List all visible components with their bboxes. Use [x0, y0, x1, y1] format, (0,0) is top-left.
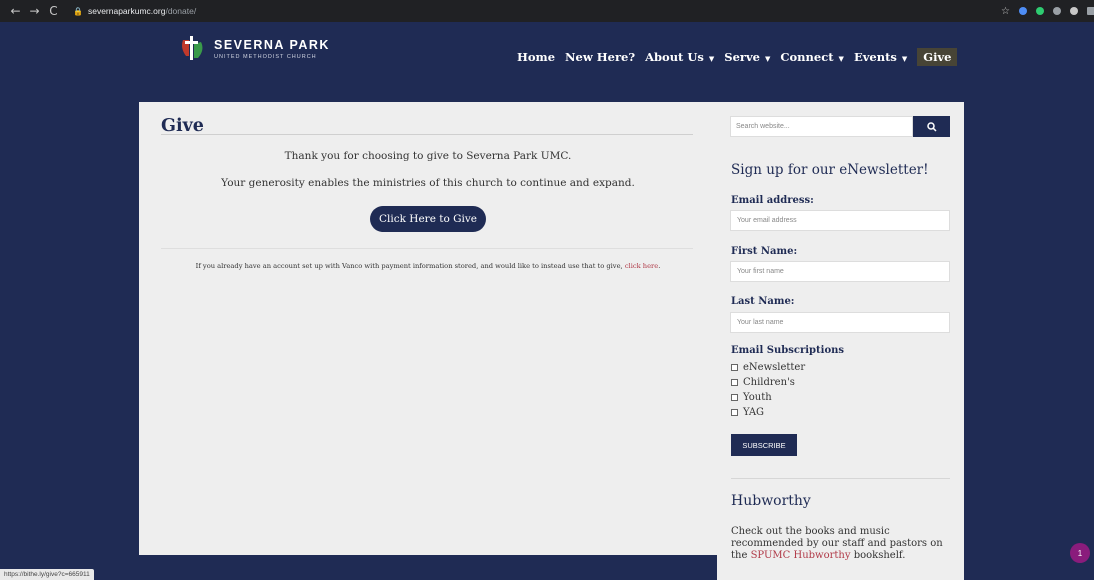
nav-item-serve[interactable]: Serve ▼: [724, 50, 770, 64]
thank-you-text: Thank you for choosing to give to Severn…: [284, 150, 572, 162]
vanco-click-here-link[interactable]: click here: [625, 262, 658, 270]
chevron-down-icon: ▼: [764, 54, 771, 63]
checkbox-icon[interactable]: [731, 379, 738, 386]
checkbox-label: YAG: [743, 407, 765, 418]
first-name-label: First Name:: [731, 246, 798, 257]
browser-toolbar: ← → C 🔒 severnaparkumc.org/donate/ ☆: [0, 0, 1094, 22]
nav-item-about-us[interactable]: About Us ▼: [645, 50, 714, 64]
search-icon: [926, 121, 937, 132]
puzzle-icon[interactable]: [1069, 7, 1078, 15]
chevron-down-icon: ▼: [838, 54, 844, 63]
search-button[interactable]: [913, 116, 950, 137]
extension-icon[interactable]: [1052, 7, 1061, 15]
back-icon[interactable]: ←: [8, 4, 23, 18]
nav-item-new-here[interactable]: New Here?: [565, 50, 635, 64]
main-content: Give Thank you for choosing to give to S…: [139, 102, 717, 555]
logo-text[interactable]: SEVERNA PARK UNITED METHODIST CHURCH: [214, 38, 330, 60]
checkbox-icon[interactable]: [731, 409, 738, 416]
chevron-down-icon: ▼: [901, 54, 908, 63]
nav-item-events[interactable]: Events ▼: [854, 50, 907, 64]
bookmark-star-icon[interactable]: ☆: [1001, 6, 1010, 17]
nav-item-connect[interactable]: Connect ▼: [780, 50, 844, 64]
email-label: Email address:: [731, 195, 814, 206]
extension-icon[interactable]: [1035, 7, 1044, 15]
subscription-checkbox-enewsletter[interactable]: eNewsletter: [731, 362, 805, 373]
nav-item-label: Give: [923, 50, 952, 64]
nav-item-label: Home: [517, 50, 556, 64]
forward-icon[interactable]: →: [27, 4, 42, 18]
extensions-area: ☆: [1001, 6, 1094, 17]
reload-icon[interactable]: C: [46, 4, 61, 18]
church-logo[interactable]: [178, 34, 206, 62]
logo-subtitle: UNITED METHODIST CHURCH: [214, 54, 317, 60]
checkbox-label: Children's: [743, 377, 795, 388]
lock-icon: 🔒: [73, 6, 83, 16]
checkbox-label: Youth: [743, 392, 772, 403]
last-name-label: Last Name:: [731, 296, 795, 307]
nav-item-label: About Us: [645, 50, 704, 64]
site-header: SEVERNA PARK UNITED METHODIST CHURCH Hom…: [0, 22, 1094, 102]
newsletter-title: Sign up for our eNewsletter!: [731, 162, 929, 178]
vanco-end: .: [658, 262, 661, 270]
generosity-text: Your generosity enables the ministries o…: [221, 177, 635, 189]
hubworthy-link[interactable]: SPUMC Hubworthy: [751, 550, 851, 561]
sidebar-divider: [731, 478, 950, 479]
title-divider: [161, 134, 693, 135]
content-divider: [161, 248, 693, 249]
url-path: /donate/: [165, 6, 197, 16]
nav-item-label: Events: [853, 50, 897, 64]
subscribe-button[interactable]: SUBSCRIBE: [731, 434, 797, 456]
checkbox-label: eNewsletter: [743, 362, 806, 373]
checkbox-icon[interactable]: [731, 394, 738, 401]
checkbox-icon[interactable]: [731, 364, 738, 371]
hubworthy-title: Hubworthy: [731, 493, 811, 509]
vanco-text: If you already have an account set up wi…: [195, 262, 623, 270]
status-bar-url: https://bithe.ly/give?c=665911: [0, 569, 94, 580]
subscription-checkbox-childrens[interactable]: Children's: [731, 377, 795, 388]
hubworthy-text: Check out the books and music recommende…: [731, 526, 953, 562]
subscription-checkbox-yag[interactable]: YAG: [731, 407, 764, 418]
sidebar: Search website... Sign up for our eNewsl…: [717, 102, 964, 580]
main-navigation: Home New Here? About Us ▼ Serve ▼ Connect ▼ Even…: [517, 48, 958, 66]
address-bar[interactable]: 🔒 severnaparkumc.org/donate/: [73, 2, 991, 20]
subscription-checkbox-youth[interactable]: Youth: [731, 392, 772, 403]
extension-icon[interactable]: [1018, 7, 1027, 15]
hubworthy-end: bookshelf.: [853, 550, 906, 561]
reading-list-icon[interactable]: [1086, 7, 1094, 15]
first-name-field[interactable]: Your first name: [730, 261, 950, 282]
subscriptions-label: Email Subscriptions: [731, 345, 845, 356]
vanco-note: If you already have an account set up wi…: [139, 262, 717, 270]
click-here-to-give-button[interactable]: Click Here to Give: [370, 206, 486, 232]
email-field[interactable]: Your email address: [730, 210, 950, 231]
nav-item-give[interactable]: Give: [917, 48, 958, 66]
nav-item-label: New Here?: [565, 50, 636, 64]
chevron-down-icon: ▼: [708, 54, 715, 63]
nav-item-label: Serve: [724, 50, 760, 64]
nav-item-label: Connect: [780, 50, 834, 64]
last-name-field[interactable]: Your last name: [730, 312, 950, 333]
search-input[interactable]: Search website...: [730, 116, 913, 137]
url-host: severnaparkumc.org: [87, 6, 166, 16]
page-title: Give: [161, 116, 204, 136]
nav-item-home[interactable]: Home: [517, 50, 555, 64]
logo-title: SEVERNA PARK: [214, 38, 330, 52]
notification-badge[interactable]: 1: [1070, 543, 1090, 563]
